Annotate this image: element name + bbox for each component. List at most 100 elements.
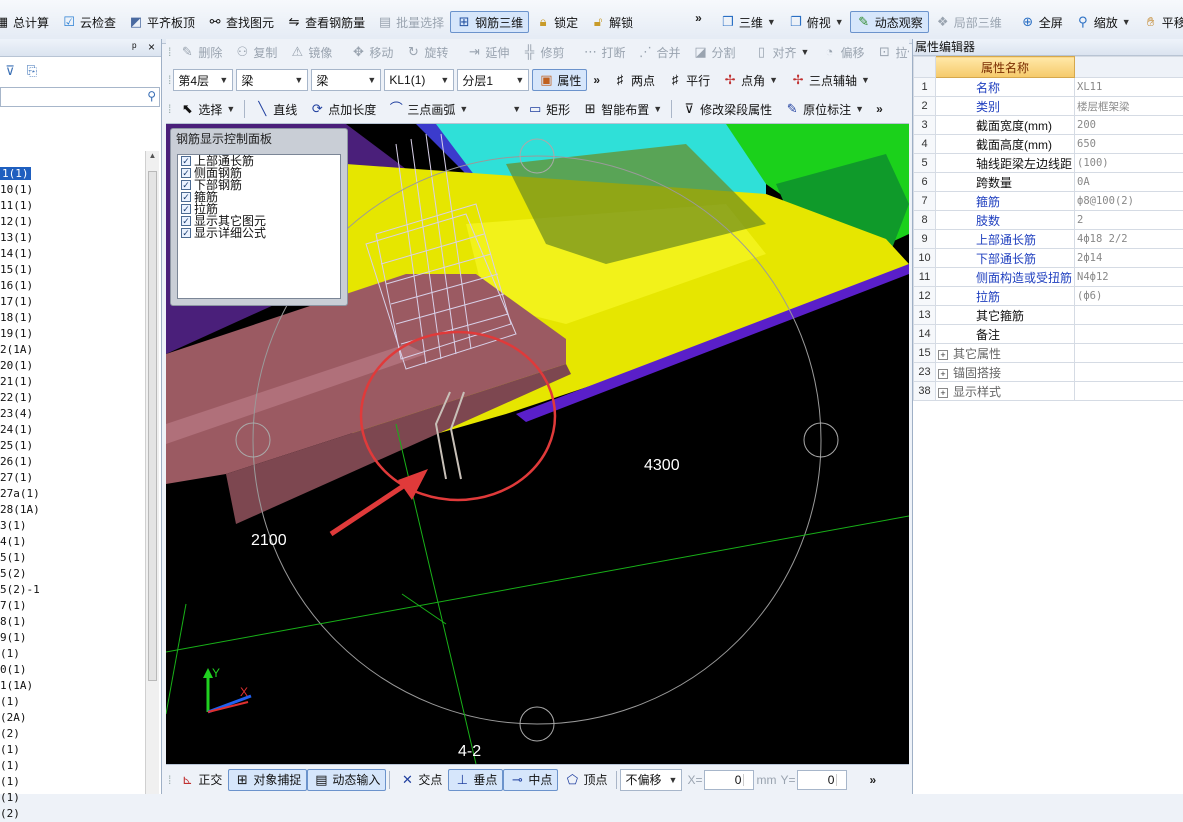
property-row[interactable]: 7箍筋ф8@100(2) [914,192,1183,211]
align-dropdown[interactable]: ▯对齐▼ [748,41,816,63]
toolbar-overflow-chevron[interactable]: » [870,102,889,116]
property-row[interactable]: 12拉筋(ф6) [914,287,1183,306]
component-list-item[interactable]: (2) [0,806,146,822]
component-list-item[interactable]: 19(1) [0,326,146,342]
toolbar-overflow-chevron[interactable]: » [587,73,606,87]
expand-icon[interactable]: + [938,388,948,398]
component-list-item[interactable]: 27a(1) [0,486,146,502]
ortho-toggle[interactable]: ⊾正交 [173,769,228,791]
property-row[interactable]: 2类别楼层框架梁 [914,97,1183,116]
component-list-item[interactable]: 24(1) [0,422,146,438]
point-angle-dropdown[interactable]: ✢点角▼ [716,69,784,91]
three-point-arc-dropdown[interactable]: ⌒三点画弧▼ [382,98,474,120]
dynamic-orbit-button[interactable]: ✎动态观察 [850,11,929,33]
perpendicular-snap-toggle[interactable]: ⊥垂点 [448,769,503,791]
offset-mode-select[interactable]: 不偏移▼ [620,769,682,791]
trim-button[interactable]: ╬修剪 [515,41,570,63]
property-value-cell[interactable]: ф8@100(2) [1075,192,1183,211]
type-select[interactable]: 梁▼ [311,69,381,91]
property-row[interactable]: 11侧面构造或受扭筋N4ф12 [914,268,1183,287]
component-list-item[interactable]: 0(1) [0,662,146,678]
component-list-item[interactable]: 4(1) [0,534,146,550]
component-list-item[interactable]: 8(1) [0,614,146,630]
property-value-cell[interactable]: 4ф18 2/2 [1075,230,1183,249]
scrollbar-thumb[interactable] [148,171,157,681]
pin-icon[interactable]: ᵖ [132,40,137,54]
property-value-cell[interactable] [1075,306,1183,325]
property-row[interactable]: 10下部通长筋2ф14 [914,249,1183,268]
stretch-button[interactable]: ⊡拉伸 [870,41,909,63]
expand-icon[interactable]: + [938,350,948,360]
calculate-button[interactable]: ▦总计算 [0,11,55,33]
merge-button[interactable]: ⋰合并 [631,41,686,63]
checkbox-icon[interactable]: ✓ [181,216,191,226]
component-list-item[interactable]: (1) [0,742,146,758]
lock-button[interactable]: 🔒︎锁定 [529,11,584,33]
delete-button[interactable]: ✎删除 [173,41,228,63]
checkbox-icon[interactable]: ✓ [181,156,191,166]
pan-dropdown[interactable]: ✋︎平移▼ [1137,11,1183,33]
property-value-cell[interactable]: 楼层框架梁 [1075,97,1183,116]
component-list-item[interactable]: (2) [0,726,146,742]
component-list-item[interactable]: 18(1) [0,310,146,326]
property-button[interactable]: ▣属性 [532,69,587,91]
component-list-item[interactable]: 16(1) [0,278,146,294]
zoom-dropdown[interactable]: ⚲缩放▼ [1069,11,1137,33]
property-value-cell[interactable] [1075,382,1183,401]
component-list-item[interactable]: 28(1A) [0,502,146,518]
component-list-item[interactable]: 5(1) [0,550,146,566]
object-snap-toggle[interactable]: ⊞对象捕捉 [228,769,307,791]
component-list-item[interactable]: 5(2) [0,566,146,582]
component-list-item[interactable]: (1) [0,694,146,710]
component-list-scrollbar[interactable]: ▲ [145,151,159,794]
filter-icon[interactable]: ⊽ [2,63,18,79]
component-list-item[interactable]: 12(1) [0,214,146,230]
component-list-item[interactable]: 9(1) [0,630,146,646]
category-select[interactable]: 梁▼ [236,69,308,91]
component-list-item[interactable]: (2A) [0,710,146,726]
property-row[interactable]: 3截面宽度(mm)200 [914,116,1183,135]
property-value-cell[interactable]: N4ф12 [1075,268,1183,287]
component-list-item[interactable]: 23(4) [0,406,146,422]
component-list-item[interactable]: 10(1) [0,182,146,198]
search-icon[interactable]: ⚲ [147,89,156,103]
two-point-axis-button[interactable]: ♯两点 [606,69,661,91]
cloud-check-button[interactable]: ☑云检查 [55,11,122,33]
component-list-item[interactable]: (1) [0,758,146,774]
property-row[interactable]: 14备注 [914,325,1183,344]
component-list-item[interactable]: 3(1) [0,518,146,534]
component-list-item[interactable]: 17(1) [0,294,146,310]
property-row[interactable]: 38+显示样式 [914,382,1183,401]
find-element-button[interactable]: ⚯查找图元 [201,11,280,33]
component-list-item[interactable]: 14(1) [0,246,146,262]
property-row[interactable]: 9上部通长筋4ф18 2/2 [914,230,1183,249]
component-list-item[interactable]: 25(1) [0,438,146,454]
unlock-button[interactable]: 🔓︎解锁 [584,11,639,33]
x-coordinate-input[interactable]: 0 [704,770,754,790]
component-list-item[interactable]: 5(2)-1 [0,582,146,598]
property-value-cell[interactable]: 200 [1075,116,1183,135]
component-list-item[interactable]: 26(1) [0,454,146,470]
property-value-cell[interactable]: XL11 [1075,78,1183,97]
break-button[interactable]: ⋯打断 [576,41,631,63]
property-row[interactable]: 5轴线距梁左边线距(100) [914,154,1183,173]
layer-select[interactable]: 分层1▼ [457,69,529,91]
component-list-item[interactable]: 20(1) [0,358,146,374]
copy-icon[interactable]: ⎘ [24,63,40,79]
property-value-cell[interactable]: 0A [1075,173,1183,192]
property-row[interactable]: 6跨数量0A [914,173,1183,192]
property-value-cell[interactable]: (100) [1075,154,1183,173]
property-value-cell[interactable] [1075,363,1183,382]
y-coordinate-input[interactable]: 0 [797,770,847,790]
batch-select-button[interactable]: ▤批量选择 [371,11,450,33]
expand-icon[interactable]: + [938,369,948,379]
property-row[interactable]: 1名称XL11 [914,78,1183,97]
extend-button[interactable]: ⇥延伸 [460,41,515,63]
property-row[interactable]: 13其它箍筋 [914,306,1183,325]
property-row[interactable]: 23+锚固搭接 [914,363,1183,382]
smart-layout-dropdown[interactable]: ⊞智能布置▼ [576,98,668,120]
component-list-item[interactable]: 1(1) [0,166,146,182]
parallel-axis-button[interactable]: ♯平行 [661,69,716,91]
intersection-snap-toggle[interactable]: ✕交点 [393,769,448,791]
checkbox-icon[interactable]: ✓ [181,192,191,202]
